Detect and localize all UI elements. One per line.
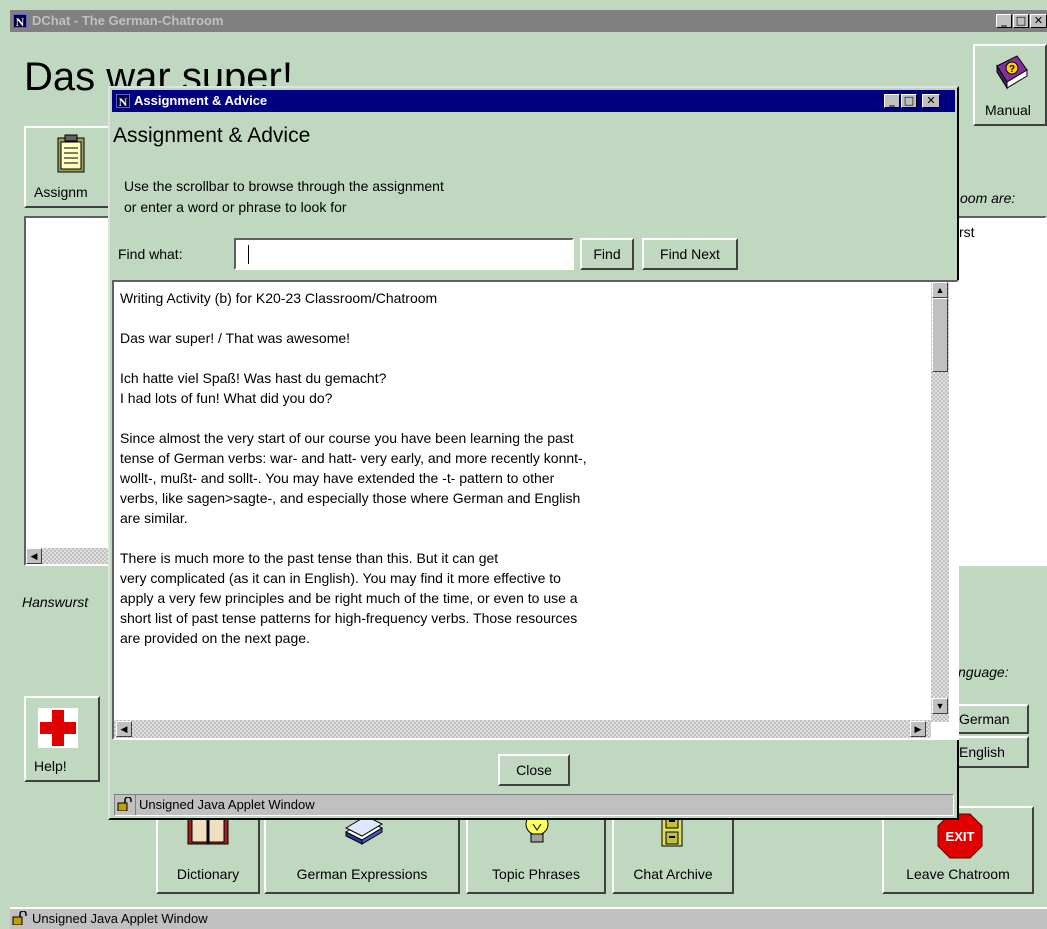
- main-title-bar[interactable]: N DChat - The German-Chatroom _ □ ✕: [10, 10, 1047, 32]
- vertical-scrollbar[interactable]: ▲ ▼: [931, 282, 949, 722]
- close-button[interactable]: Close: [498, 754, 570, 786]
- vertical-scroll-thumb[interactable]: [932, 298, 948, 372]
- german-label: German: [959, 711, 1010, 727]
- horizontal-scrollbar[interactable]: ◀ ▶: [114, 720, 931, 738]
- dialog-maximize-icon[interactable]: □: [901, 94, 917, 108]
- scroll-right-arrow[interactable]: ▶: [910, 721, 926, 737]
- assignment-text-area[interactable]: Writing Activity (b) for K20-23 Classroo…: [112, 280, 959, 740]
- help-button[interactable]: Help!: [24, 696, 100, 782]
- netscape-logo-icon: N: [13, 14, 27, 29]
- scroll-left-arrow[interactable]: ◀: [116, 721, 132, 737]
- dialog-padlock-icon: [117, 797, 132, 811]
- minimize-icon[interactable]: _: [996, 14, 1012, 28]
- red-cross-icon: [38, 708, 78, 748]
- user-list-item[interactable]: rst: [959, 224, 975, 240]
- close-icon[interactable]: ✕: [1030, 14, 1047, 28]
- manual-book-icon: ?: [996, 55, 1028, 90]
- exit-icon-text: EXIT: [946, 829, 975, 844]
- language-label: nguage:: [958, 664, 1009, 680]
- main-window-title: DChat - The German-Chatroom: [32, 13, 224, 28]
- manual-label: Manual: [985, 102, 1031, 118]
- dialog-heading: Assignment & Advice: [113, 124, 311, 147]
- unlocked-padlock-icon: [12, 911, 27, 925]
- dialog-minimize-icon[interactable]: _: [884, 94, 900, 108]
- svg-text:?: ?: [1009, 64, 1015, 75]
- current-user-label: Hanswurst: [22, 594, 89, 610]
- room-members-label: oom are:: [960, 190, 1016, 206]
- dialog-close-icon[interactable]: ✕: [922, 94, 940, 108]
- dictionary-label: Dictionary: [176, 866, 240, 882]
- status-divider: [135, 795, 136, 815]
- dialog-netscape-icon: N: [116, 94, 130, 109]
- dialog-instructions: Use the scrollbar to browse through the …: [124, 178, 444, 215]
- find-next-label: Find Next: [660, 246, 720, 262]
- assignment-button[interactable]: Assignm: [24, 126, 114, 208]
- chat-display[interactable]: ◀: [24, 216, 116, 566]
- main-status-text: Unsigned Java Applet Window: [32, 911, 208, 926]
- leave-chatroom-label: Leave Chatroom: [906, 866, 1010, 882]
- assignment-label: Assignm: [34, 184, 88, 200]
- find-button[interactable]: Find: [580, 238, 634, 270]
- chat-horizontal-scrollbar[interactable]: ◀: [26, 548, 114, 564]
- maximize-icon[interactable]: □: [1013, 14, 1029, 28]
- dialog-status-bar: Unsigned Java Applet Window: [114, 794, 954, 816]
- topic-phrases-label: Topic Phrases: [492, 866, 580, 882]
- german-language-button[interactable]: German: [955, 704, 1029, 734]
- dialog-status-text: Unsigned Java Applet Window: [139, 797, 315, 812]
- dialog-title-bar[interactable]: N Assignment & Advice _ □ ✕: [112, 90, 955, 112]
- english-language-button[interactable]: English: [955, 736, 1029, 768]
- main-status-bar: Unsigned Java Applet Window: [10, 907, 1047, 929]
- clipboard-icon: [57, 134, 85, 173]
- find-button-label: Find: [593, 246, 621, 262]
- scroll-down-arrow[interactable]: ▼: [932, 698, 948, 714]
- close-button-label: Close: [516, 762, 552, 778]
- user-list[interactable]: rst: [955, 216, 1047, 566]
- dialog-title: Assignment & Advice: [134, 93, 268, 108]
- chat-scroll-left-arrow[interactable]: ◀: [26, 548, 42, 564]
- assignment-content: Writing Activity (b) for K20-23 Classroo…: [120, 290, 587, 646]
- text-caret: [248, 245, 249, 264]
- english-label: English: [959, 744, 1005, 760]
- manual-button[interactable]: ? Manual: [973, 44, 1047, 126]
- find-next-button[interactable]: Find Next: [642, 238, 738, 270]
- assignment-dialog: N Assignment & Advice _ □ ✕ Assignment &…: [108, 86, 959, 820]
- german-expressions-label: German Expressions: [296, 866, 428, 882]
- find-what-label: Find what:: [118, 246, 183, 262]
- help-label: Help!: [34, 758, 67, 774]
- chat-archive-label: Chat Archive: [633, 866, 713, 882]
- find-input[interactable]: [234, 238, 574, 270]
- scroll-up-arrow[interactable]: ▲: [932, 282, 948, 298]
